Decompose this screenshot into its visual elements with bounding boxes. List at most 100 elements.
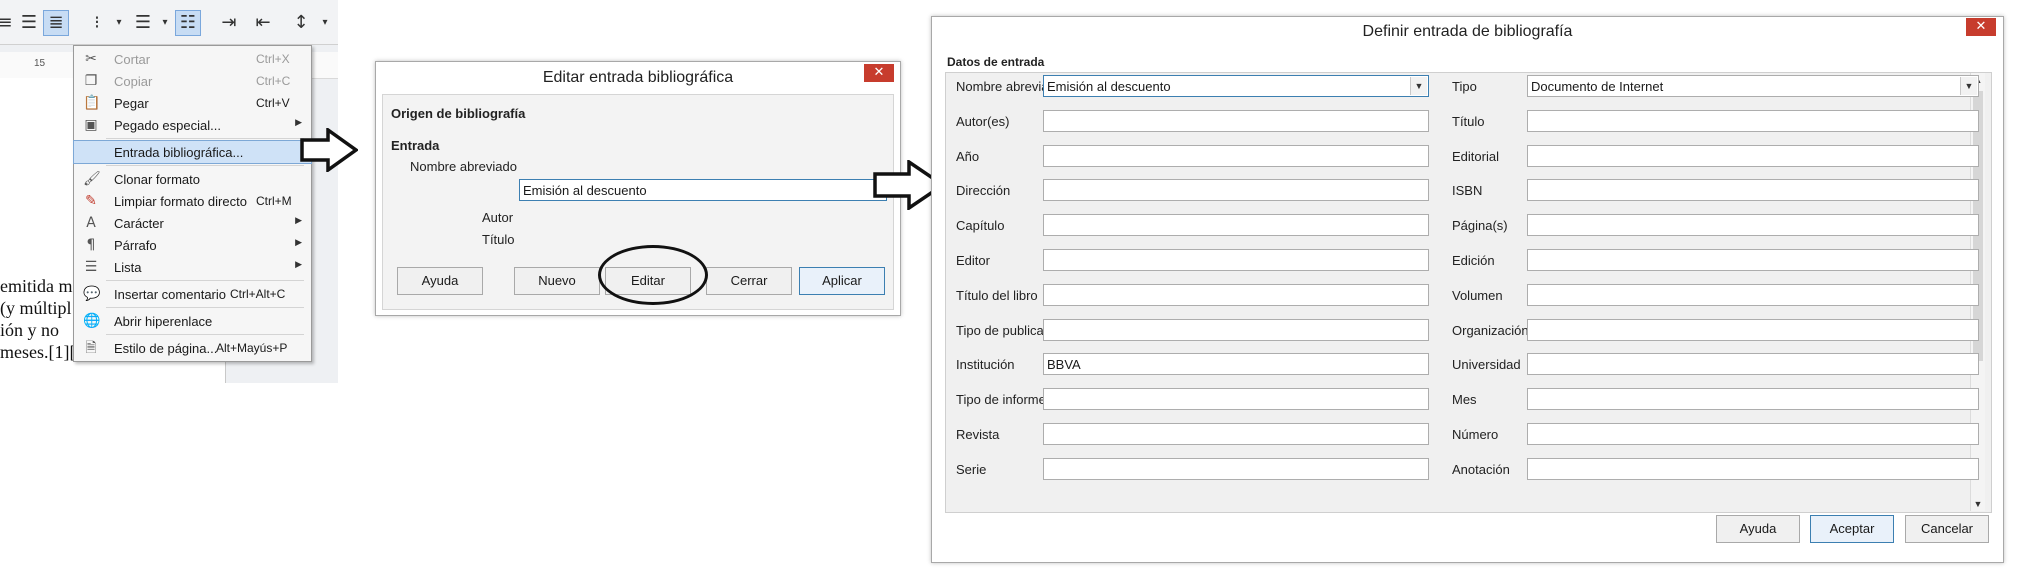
outline-icon[interactable]: ☷ (175, 10, 201, 36)
justify-icon[interactable]: ≣ (43, 10, 69, 36)
field-input[interactable] (1527, 284, 1979, 306)
chevron-down-icon[interactable]: ▼ (1960, 77, 1977, 95)
menu-item-paragraph[interactable]: ¶ Párrafo ▶ (74, 234, 311, 256)
copy-icon: ❐ (84, 73, 98, 89)
new-button[interactable]: Nuevo (514, 267, 600, 295)
submenu-arrow-icon: ▶ (295, 117, 302, 127)
entry-data-label: Datos de entrada (947, 55, 1045, 69)
chevron-down-icon[interactable]: ▼ (1410, 77, 1427, 95)
indent-increase-icon[interactable]: ⇥ (216, 10, 242, 36)
menu-item-insert-comment[interactable]: 💬 Insertar comentario Ctrl+Alt+C (74, 283, 311, 305)
menu-item-label: Abrir hiperenlace (114, 314, 213, 329)
field-label: Volumen (1452, 288, 1503, 303)
doc-line: emitida m (0, 276, 73, 296)
menu-item-label: Entrada bibliográfica... (114, 145, 244, 160)
field-input[interactable] (1043, 179, 1429, 201)
paste-special-icon: ▣ (84, 117, 98, 133)
apply-button[interactable]: Aplicar (799, 267, 885, 295)
field-input[interactable] (1043, 110, 1429, 132)
menu-item-label: Pegar (114, 96, 149, 111)
right-arrow-icon (300, 128, 358, 172)
menu-item-clone-format[interactable]: 🖌 Clonar formato (74, 168, 311, 190)
help-button[interactable]: Ayuda (397, 267, 483, 295)
line-spacing-icon[interactable]: ↕ (288, 10, 314, 36)
menu-item-label: Copiar (114, 74, 153, 89)
field-label: Tipo de informe (956, 392, 1046, 407)
accept-button[interactable]: Aceptar (1810, 515, 1894, 543)
field-input[interactable] (1527, 458, 1979, 480)
help-button[interactable]: Ayuda (1716, 515, 1800, 543)
field-label: Tipo (1452, 79, 1477, 94)
context-menu: ✂ Cortar Ctrl+X ❐ Copiar Ctrl+C 📋 Pegar … (73, 45, 312, 362)
field-value: Emisión al descuento (1047, 79, 1171, 94)
field-input[interactable] (1043, 319, 1429, 341)
menu-item-open-hyperlink[interactable]: 🌐 Abrir hiperenlace (74, 310, 311, 332)
field-dropdown[interactable]: Documento de Internet ▼ (1527, 75, 1979, 97)
field-label: Autor(es) (956, 114, 1010, 129)
line-spacing-dropdown-icon[interactable]: ▾ (312, 10, 338, 36)
field-input[interactable] (1527, 319, 1979, 341)
define-bibliography-dialog: Definir entrada de bibliografía ✕ Datos … (931, 16, 2004, 563)
close-button[interactable]: ✕ (864, 64, 894, 82)
align-right-icon[interactable]: ☰ (16, 10, 42, 36)
menu-item-paste[interactable]: 📋 Pegar Ctrl+V (74, 92, 311, 114)
field-input[interactable] (1527, 110, 1979, 132)
menu-item-label: Lista (114, 260, 142, 275)
field-label: Editor (956, 253, 990, 268)
field-input[interactable] (1043, 388, 1429, 410)
field-input[interactable] (1527, 353, 1979, 375)
menu-separator (106, 280, 304, 281)
menu-item-paste-special[interactable]: ▣ Pegado especial... ▶ (74, 114, 311, 136)
menu-item-label: Carácter (114, 216, 164, 231)
field-input[interactable]: BBVA (1043, 353, 1429, 375)
menu-item-label: Clonar formato (114, 172, 200, 187)
field-input[interactable] (1043, 284, 1429, 306)
menu-item-label: Insertar comentario (114, 287, 226, 302)
hyperlink-icon: 🌐 (83, 313, 101, 329)
field-input[interactable] (1043, 423, 1429, 445)
menu-item-copy[interactable]: ❐ Copiar Ctrl+C (74, 70, 311, 92)
field-input[interactable] (1043, 214, 1429, 236)
clear-format-icon: ✎ (85, 193, 97, 209)
field-input[interactable] (1527, 249, 1979, 271)
field-label: Institución (956, 357, 1015, 372)
field-input[interactable] (1043, 249, 1429, 271)
field-input[interactable] (1527, 214, 1979, 236)
menu-item-clear-format[interactable]: ✎ Limpiar formato directo Ctrl+M (74, 190, 311, 212)
field-input[interactable] (1527, 179, 1979, 201)
field-input[interactable] (1043, 458, 1429, 480)
menu-item-label: Estilo de página... (114, 341, 218, 356)
submenu-arrow-icon: ▶ (295, 237, 302, 247)
menu-item-character[interactable]: A Carácter ▶ (74, 212, 311, 234)
menu-item-page-style[interactable]: 🗎 Estilo de página... Alt+Mayús+P (74, 337, 311, 359)
menu-item-list[interactable]: ☰ Lista ▶ (74, 256, 311, 278)
bullet-list-dropdown-icon[interactable]: ▾ (106, 10, 132, 36)
indent-decrease-icon[interactable]: ⇤ (250, 10, 276, 36)
field-value: BBVA (1047, 357, 1081, 372)
submenu-arrow-icon: ▶ (295, 215, 302, 225)
paste-icon: 📋 (83, 95, 101, 111)
field-label: Anotación (1452, 462, 1510, 477)
menu-item-shortcut: Ctrl+C (256, 74, 291, 88)
paragraph-icon: ¶ (86, 237, 96, 253)
menu-item-bibliography-entry[interactable]: Entrada bibliográfica... (73, 140, 312, 164)
short-name-input[interactable]: Emisión al descuento (519, 179, 887, 201)
field-input[interactable] (1043, 145, 1429, 167)
menu-item-label: Pegado especial... (114, 118, 221, 133)
cancel-button[interactable]: Cancelar (1905, 515, 1989, 543)
field-value: Documento de Internet (1531, 79, 1664, 94)
field-label: ISBN (1452, 183, 1483, 198)
field-dropdown[interactable]: Emisión al descuento ▼ (1043, 75, 1429, 97)
field-label: Título del libro (956, 288, 1038, 303)
menu-item-label: Cortar (114, 52, 151, 67)
dialog-title: Editar entrada bibliográfica (542, 69, 734, 86)
close-button[interactable]: ✕ (1966, 18, 1996, 36)
submenu-arrow-icon: ▶ (295, 259, 302, 269)
menu-item-cut[interactable]: ✂ Cortar Ctrl+X (74, 48, 311, 70)
field-input[interactable] (1527, 388, 1979, 410)
field-input[interactable] (1527, 145, 1979, 167)
field-label: Serie (956, 462, 987, 477)
field-input[interactable] (1527, 423, 1979, 445)
close-dialog-button[interactable]: Cerrar (706, 267, 792, 295)
scroll-down-icon[interactable]: ▼ (1971, 497, 1985, 511)
